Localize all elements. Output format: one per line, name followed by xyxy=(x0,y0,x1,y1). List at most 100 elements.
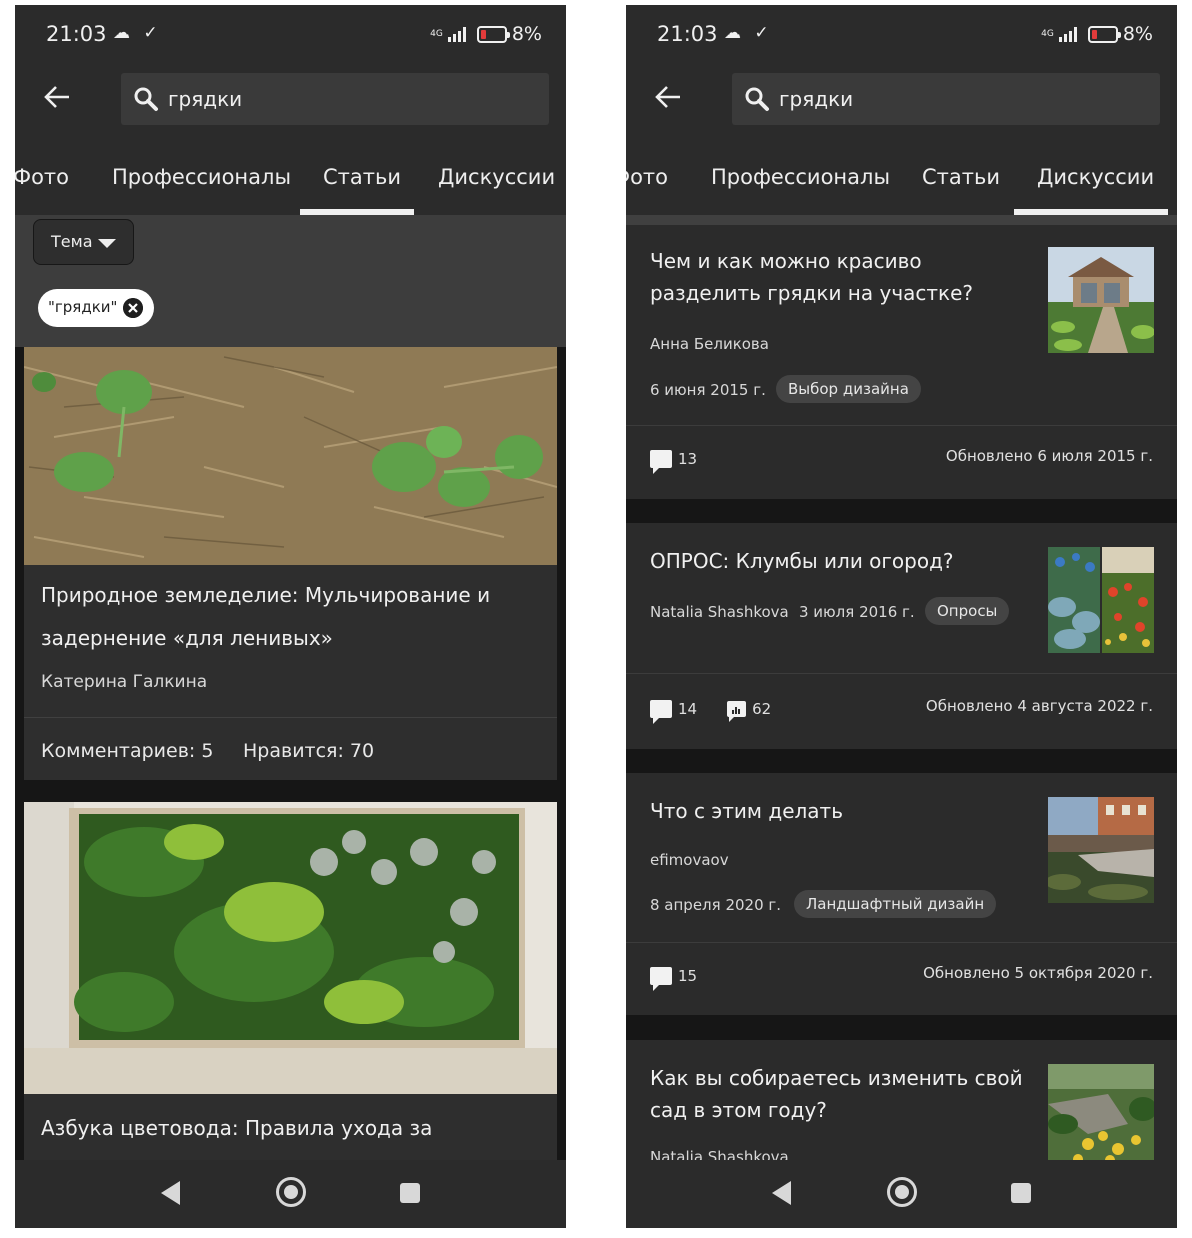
discussion-date: 8 апреля 2020 г. xyxy=(650,896,782,914)
signal-icon xyxy=(1058,26,1077,42)
back-arrow-icon[interactable] xyxy=(43,83,71,111)
theme-filter-button[interactable]: Тема xyxy=(33,219,134,265)
discussion-date: 6 июня 2015 г. xyxy=(650,381,766,399)
network-type: 4G xyxy=(1041,28,1054,39)
discussion-thumbnail xyxy=(1048,1064,1154,1160)
article-title[interactable]: Природное земледелие: Мульчирование и за… xyxy=(41,574,541,660)
status-notification-icons: ☁ ✓ xyxy=(113,23,162,43)
nav-home-icon[interactable] xyxy=(276,1177,306,1207)
comments-count: 15 xyxy=(678,967,698,985)
discussion-author[interactable]: Natalia Shashkova xyxy=(650,603,789,621)
discussion-author[interactable]: efimovaov xyxy=(650,851,729,869)
caret-down-icon xyxy=(98,239,116,248)
discussion-author[interactable]: Анна Беликова xyxy=(650,335,769,353)
discussions-feed: Чем и как можно красиво разделить грядки… xyxy=(626,225,1177,1160)
comment-icon xyxy=(650,450,672,474)
nav-recent-icon[interactable] xyxy=(1011,1183,1031,1203)
search-query: грядки xyxy=(779,87,854,111)
comments-count: 13 xyxy=(678,450,698,468)
article-title[interactable]: Азбука цветовода: Правила ухода за xyxy=(41,1107,541,1150)
divider xyxy=(24,717,557,718)
search-input[interactable]: грядки xyxy=(121,73,549,125)
article-author[interactable]: Катерина Галкина xyxy=(41,672,207,692)
filter-chip[interactable]: "грядки" xyxy=(38,289,154,327)
discussion-title[interactable]: Что с этим делать xyxy=(650,795,1030,827)
filter-chip-label: "грядки" xyxy=(48,298,118,316)
search-input[interactable]: грядки xyxy=(732,73,1160,125)
status-notification-icons: ☁ ✓ xyxy=(724,23,773,43)
tab-bar-separator xyxy=(626,215,1177,225)
discussion-updated: Обновлено 5 октября 2020 г. xyxy=(923,964,1153,982)
battery-percent: 8% xyxy=(1122,23,1153,45)
divider xyxy=(626,673,1177,674)
comments-count: 14 xyxy=(678,700,698,718)
tab-discussions[interactable]: Дискуссии xyxy=(438,165,555,189)
status-bar: 21:03 ☁ ✓ 4G 8% xyxy=(626,5,1177,65)
system-nav-bar xyxy=(15,1160,566,1228)
discussion-card[interactable]: Чем и как можно красиво разделить грядки… xyxy=(626,225,1177,499)
battery-icon xyxy=(476,25,510,43)
discussion-title[interactable]: Как вы собираетесь изменить свой сад в э… xyxy=(650,1062,1030,1126)
articles-feed: Природное земледелие: Мульчирование и за… xyxy=(15,347,566,1160)
comments-counter: 13 xyxy=(650,450,698,474)
search-icon xyxy=(134,87,158,111)
tab-professionals[interactable]: Профессионалы xyxy=(112,165,291,189)
poll-icon xyxy=(727,701,747,722)
tab-discussions[interactable]: Дискуссии xyxy=(1037,165,1154,189)
tab-professionals[interactable]: Профессионалы xyxy=(711,165,890,189)
tab-bar: Фото Профессионалы Статьи Дискуссии xyxy=(15,145,566,215)
discussion-updated: Обновлено 6 июля 2015 г. xyxy=(945,447,1153,465)
divider xyxy=(626,942,1177,943)
status-right: 4G 8% xyxy=(1041,23,1153,45)
theme-filter-label: Тема xyxy=(51,232,93,251)
phone-screen-articles: 21:03 ☁ ✓ 4G 8% грядки Фото Профессионал… xyxy=(15,5,566,1228)
status-time: 21:03 xyxy=(46,22,107,46)
discussion-tag[interactable]: Ландшафтный дизайн xyxy=(794,890,997,918)
tab-articles[interactable]: Статьи xyxy=(323,165,401,189)
discussion-tag[interactable]: Опросы xyxy=(925,597,1010,625)
discussion-card[interactable]: Как вы собираетесь изменить свой сад в э… xyxy=(626,1040,1177,1160)
tab-articles[interactable]: Статьи xyxy=(922,165,1000,189)
back-arrow-icon[interactable] xyxy=(654,83,682,111)
comments-counter: 14 62 xyxy=(650,700,772,724)
tab-photo[interactable]: Фото xyxy=(626,165,668,189)
article-likes-count: Нравится: 70 xyxy=(243,740,375,762)
article-card[interactable]: Природное земледелие: Мульчирование и за… xyxy=(24,347,557,780)
battery-percent: 8% xyxy=(511,23,542,45)
nav-recent-icon[interactable] xyxy=(400,1183,420,1203)
discussion-date: 3 июля 2016 г. xyxy=(799,603,915,621)
nav-back-icon[interactable] xyxy=(161,1181,180,1205)
system-nav-bar xyxy=(626,1160,1177,1228)
comment-icon xyxy=(650,967,672,991)
tab-bar: Фото Профессионалы Статьи Дискуссии xyxy=(626,145,1177,215)
comments-counter: 15 xyxy=(650,967,698,991)
nav-home-icon[interactable] xyxy=(887,1177,917,1207)
search-query: грядки xyxy=(168,87,243,111)
article-image-green-wall xyxy=(24,802,557,1094)
tab-photo[interactable]: Фото xyxy=(15,165,69,189)
discussion-tag[interactable]: Выбор дизайна xyxy=(776,375,921,403)
discussion-title[interactable]: Чем и как можно красиво разделить грядки… xyxy=(650,245,1030,309)
discussion-card[interactable]: ОПРОС: Клумбы или огород? Natalia Shashk… xyxy=(626,523,1177,749)
discussion-card[interactable]: Что с этим делать efimovaov 8 апреля 202… xyxy=(626,773,1177,1015)
comment-icon xyxy=(650,700,672,724)
network-type: 4G xyxy=(430,28,443,39)
status-right: 4G 8% xyxy=(430,23,542,45)
nav-back-icon[interactable] xyxy=(772,1181,791,1205)
discussion-title[interactable]: ОПРОС: Клумбы или огород? xyxy=(650,545,1030,577)
discussion-updated: Обновлено 4 августа 2022 г. xyxy=(925,697,1153,715)
filter-panel: Тема "грядки" xyxy=(15,215,566,347)
discussion-author[interactable]: Natalia Shashkova xyxy=(650,1148,789,1160)
discussion-thumbnail xyxy=(1048,547,1154,653)
discussion-thumbnail xyxy=(1048,797,1154,903)
article-card[interactable]: Азбука цветовода: Правила ухода за xyxy=(24,802,557,1160)
divider xyxy=(626,425,1177,426)
close-icon[interactable] xyxy=(123,298,143,318)
phone-screen-discussions: 21:03 ☁ ✓ 4G 8% грядки Фото Профессионал… xyxy=(626,5,1177,1228)
discussion-thumbnail xyxy=(1048,247,1154,353)
status-time: 21:03 xyxy=(657,22,718,46)
votes-count: 62 xyxy=(752,700,772,718)
article-image-mulch xyxy=(24,347,557,565)
signal-icon xyxy=(447,26,466,42)
search-icon xyxy=(745,87,769,111)
